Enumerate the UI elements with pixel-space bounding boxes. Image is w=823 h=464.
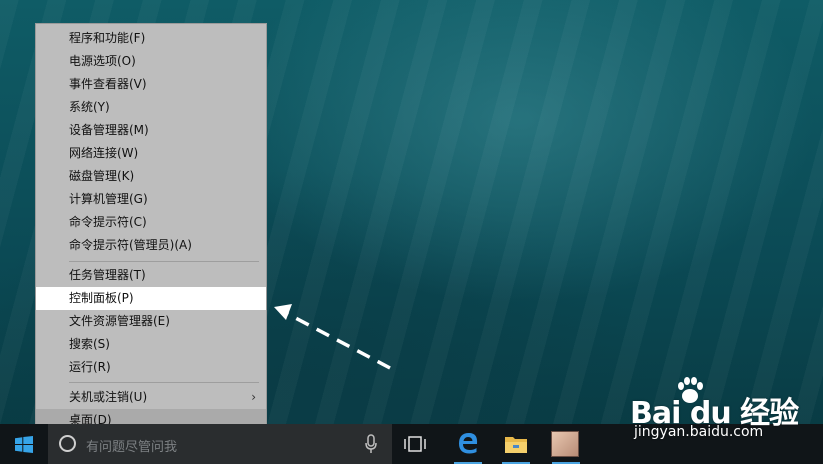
winx-context-menu: 程序和功能(F) 电源选项(O) 事件查看器(V) 系统(Y) 设备管理器(M)… [35,23,267,434]
menu-item-programs-features[interactable]: 程序和功能(F) [36,27,266,50]
menu-item-computer-management[interactable]: 计算机管理(G) [36,188,266,211]
menu-item-task-manager[interactable]: 任务管理器(T) [36,264,266,287]
taskbar-photo-app-button[interactable] [546,424,586,464]
taskbar-file-explorer-button[interactable] [496,424,536,464]
menu-item-event-viewer[interactable]: 事件查看器(V) [36,73,266,96]
menu-item-shutdown-signout[interactable]: 关机或注销(U) › [36,386,266,409]
cortana-ring-icon [59,435,76,452]
photo-app-icon [551,431,579,457]
dashed-arrow-annotation [274,304,391,370]
start-button[interactable] [0,424,48,464]
menu-item-system[interactable]: 系统(Y) [36,96,266,119]
menu-item-command-prompt[interactable]: 命令提示符(C) [36,211,266,234]
menu-item-search[interactable]: 搜索(S) [36,333,266,356]
menu-item-control-panel[interactable]: 控制面板(P) [36,287,266,310]
menu-item-run[interactable]: 运行(R) [36,356,266,379]
windows-logo-icon [15,436,33,453]
search-box[interactable]: 有问题尽管问我 [48,424,392,464]
menu-item-network-connections[interactable]: 网络连接(W) [36,142,266,165]
edge-icon [459,433,478,454]
taskbar-edge-button[interactable] [448,424,488,464]
menu-item-command-prompt-admin[interactable]: 命令提示符(管理员)(A) [36,234,266,257]
menu-item-disk-management[interactable]: 磁盘管理(K) [36,165,266,188]
watermark-url: jingyan.baidu.com [634,424,764,440]
menu-separator [69,261,259,262]
task-view-icon[interactable] [404,436,426,452]
menu-item-file-explorer[interactable]: 文件资源管理器(E) [36,310,266,333]
menu-item-power-options[interactable]: 电源选项(O) [36,50,266,73]
menu-item-label: 关机或注销(U) [69,390,148,404]
menu-separator [69,382,259,383]
microphone-icon[interactable] [365,434,377,454]
chevron-right-icon: › [251,390,256,404]
menu-item-device-manager[interactable]: 设备管理器(M) [36,119,266,142]
file-explorer-icon [505,437,527,453]
search-placeholder: 有问题尽管问我 [86,440,178,455]
